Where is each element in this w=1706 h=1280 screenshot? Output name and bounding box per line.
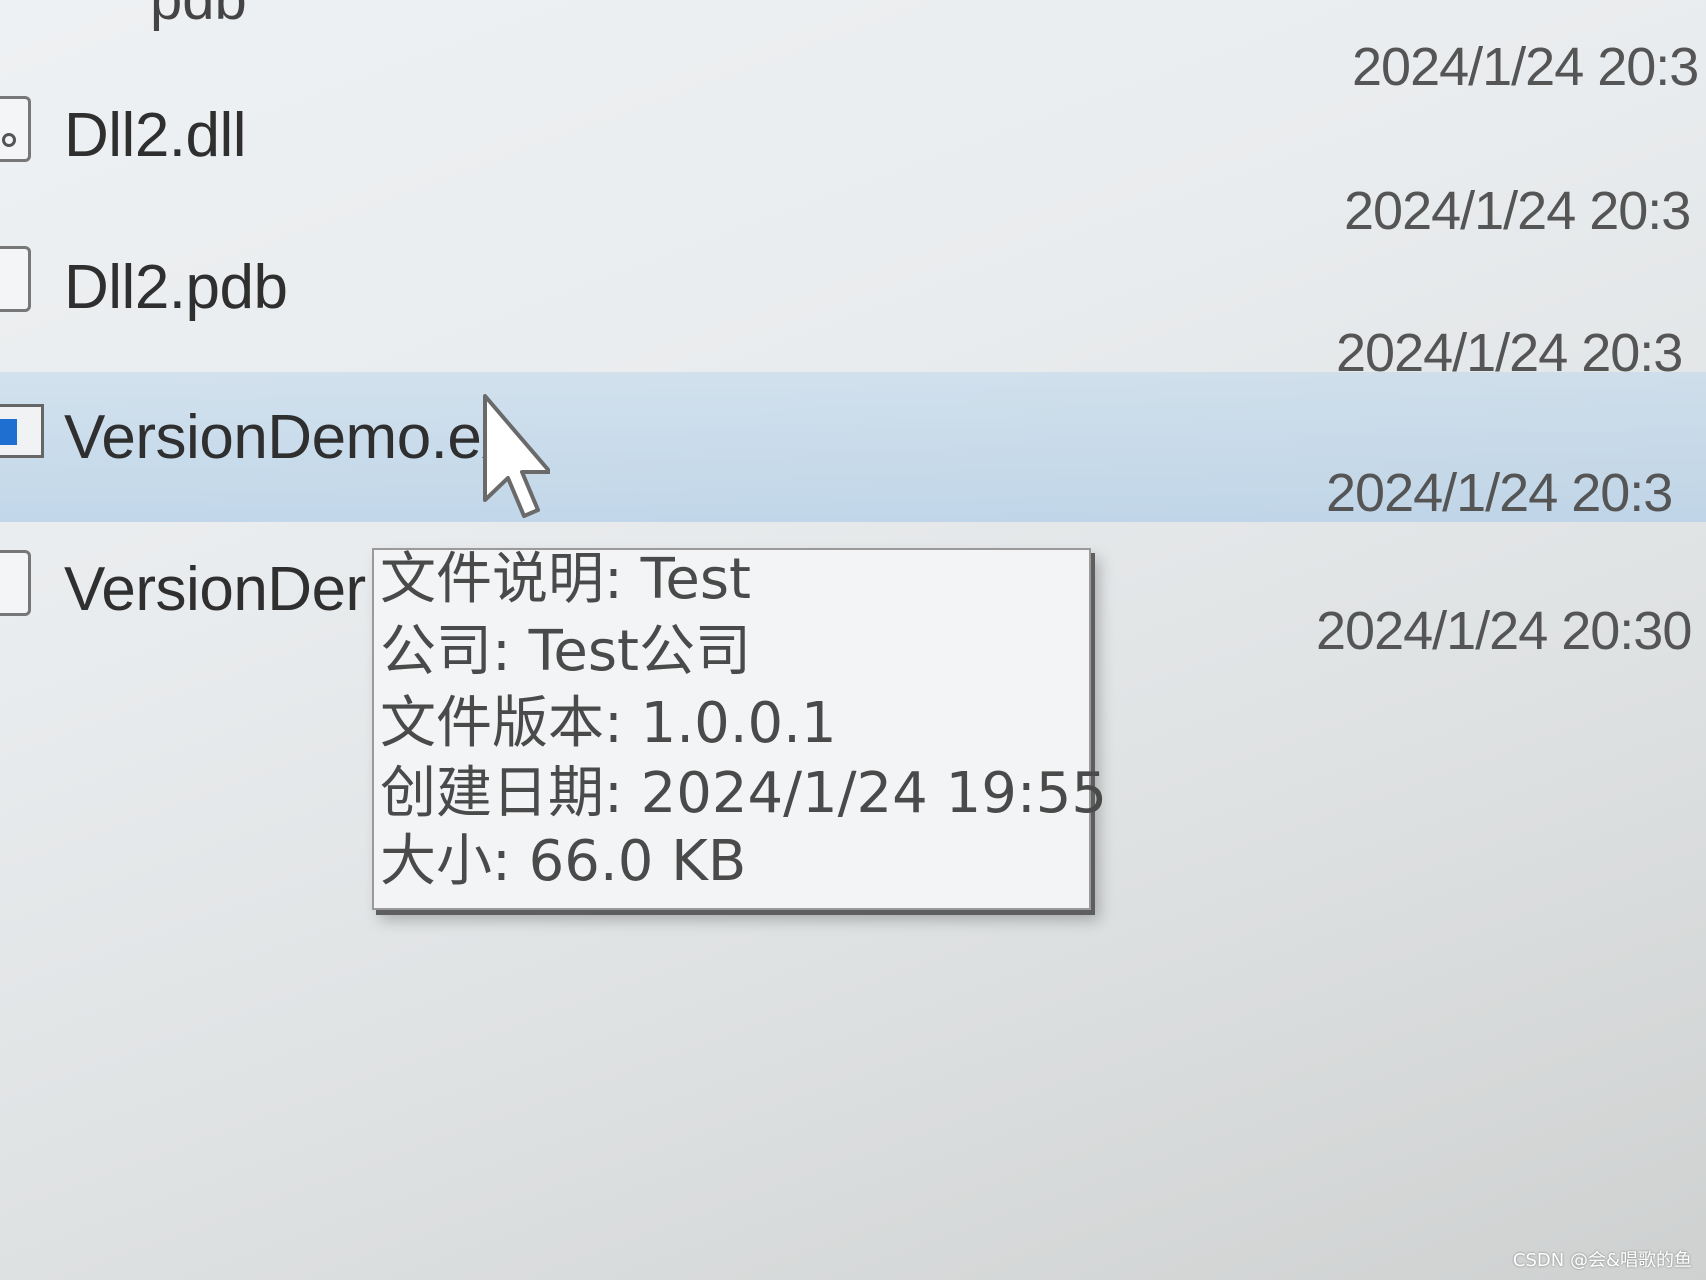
file-name[interactable]: VersionDemo.ex bbox=[64, 402, 512, 473]
tooltip-company: 公司: Test公司 bbox=[380, 619, 751, 684]
file-info-tooltip: 文件说明: Test 公司: Test公司 文件版本: 1.0.0.1 创建日期… bbox=[372, 547, 1107, 910]
mouse-pointer-icon bbox=[483, 394, 550, 518]
tooltip-description: 文件说明: Test bbox=[380, 547, 751, 612]
tooltip-created-date: 创建日期: 2024/1/24 19:55 bbox=[380, 761, 1107, 826]
file-icon bbox=[0, 550, 31, 616]
watermark: CSDN @会&唱歌的鱼 bbox=[1512, 1250, 1692, 1271]
partial-file-name[interactable]: pdb bbox=[150, 0, 247, 33]
dll-file-icon bbox=[0, 96, 31, 162]
tooltip-size: 大小: 66.0 KB bbox=[380, 829, 747, 894]
file-date: 2024/1/24 20:3 bbox=[1352, 37, 1699, 97]
file-name[interactable]: Dll2.dll bbox=[64, 100, 247, 171]
file-name[interactable]: VersionDer bbox=[64, 554, 366, 625]
file-date: 2024/1/24 20:3 bbox=[1344, 181, 1691, 241]
exe-icon bbox=[0, 404, 44, 458]
file-name[interactable]: Dll2.pdb bbox=[64, 252, 288, 323]
file-date: 2024/1/24 20:30 bbox=[1316, 601, 1692, 661]
file-icon bbox=[0, 246, 31, 312]
file-date: 2024/1/24 20:3 bbox=[1326, 463, 1673, 523]
tooltip-file-version: 文件版本: 1.0.0.1 bbox=[380, 691, 837, 756]
